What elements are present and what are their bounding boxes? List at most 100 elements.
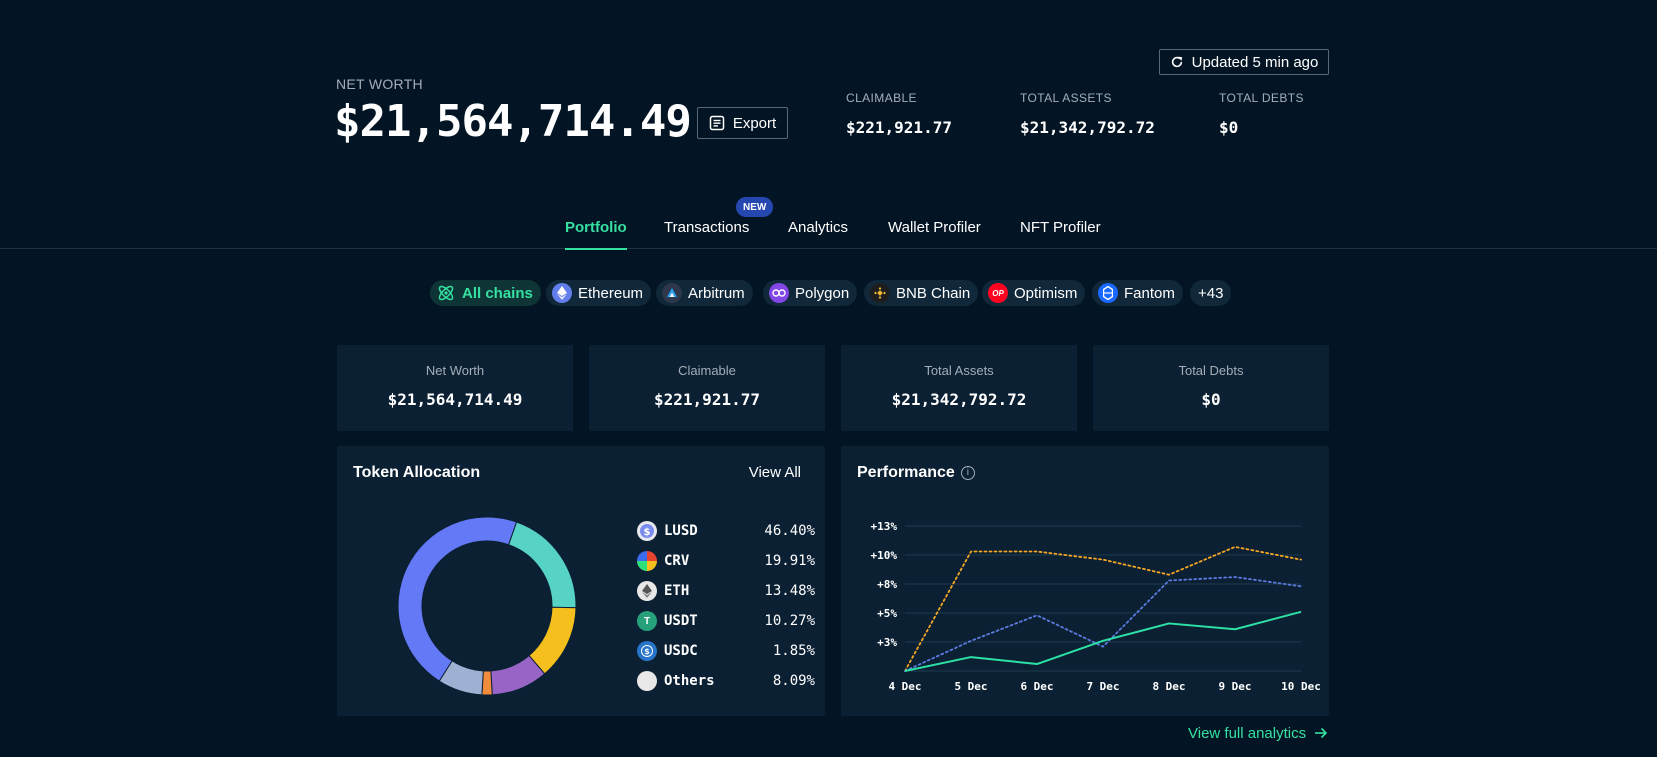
lusd-icon: $	[637, 521, 657, 541]
legend-token: LUSD	[664, 523, 698, 539]
optimism-icon: OP	[988, 283, 1008, 303]
header-stat-total-debts: TOTAL DEBTS $0	[1219, 91, 1304, 137]
chain-chip-label: Ethereum	[578, 284, 644, 302]
x-tick-label: 7 Dec	[1086, 680, 1119, 693]
stat-card-net-worth: Net Worth $21,564,714.49	[337, 345, 573, 431]
refresh-icon	[1171, 56, 1182, 68]
x-tick-label: 4 Dec	[888, 680, 921, 693]
performance-panel: Performance i +13% +10% +8% +5% +3% 4 Dec 5 Dec…	[841, 446, 1329, 716]
stat-card-value: $0	[1201, 390, 1221, 409]
stat-card-value: $21,564,714.49	[387, 390, 523, 409]
header-stat-label: CLAIMABLE	[846, 91, 917, 105]
portfolio-header: NET WORTH $21,564,714.49 Export Updated …	[0, 0, 1657, 180]
chain-chip-label: BNB Chain	[896, 284, 971, 302]
stat-card-label: Net Worth	[425, 363, 485, 378]
legend-percent: 1.85%	[772, 643, 815, 659]
tab-analytics[interactable]: Analytics	[788, 219, 848, 236]
y-tick-label: +10%	[871, 549, 898, 562]
view-full-analytics-link[interactable]: View full analytics	[1188, 725, 1328, 742]
updated-label: Updated 5 min ago	[1191, 53, 1319, 71]
header-stat-claimable: CLAIMABLE $221,921.77	[846, 91, 952, 137]
tab-wallet-profiler[interactable]: Wallet Profiler	[888, 219, 981, 236]
eth-icon	[637, 581, 657, 601]
chain-chip-ethereum[interactable]: Ethereum	[546, 280, 652, 306]
legend-row-others: Others 8.09%	[637, 670, 815, 692]
chain-chip-all[interactable]: All chains	[430, 280, 541, 306]
y-tick-label: +3%	[877, 636, 897, 649]
chain-chip-fantom[interactable]: Fantom	[1092, 280, 1183, 306]
net-worth-label: NET WORTH	[336, 76, 423, 92]
header-stat-value: $0	[1219, 118, 1239, 137]
series-line-1	[904, 576, 1302, 672]
x-tick-label: 6 Dec	[1020, 680, 1053, 693]
allocation-donut-chart	[397, 516, 577, 696]
main-tabs: Portfolio Transactions Analytics Wallet …	[0, 205, 1657, 250]
legend-row-eth: ETH 13.48%	[637, 580, 815, 602]
donut-slice-lusd[interactable]	[397, 516, 518, 682]
fantom-icon	[1098, 283, 1118, 303]
export-button[interactable]: Export	[697, 107, 788, 139]
legend-token: USDC	[664, 643, 698, 659]
legend-row-crv: CRV 19.91%	[637, 550, 815, 572]
stat-card-label: Total Assets	[924, 363, 994, 378]
legend-row-usdc: $ USDC 1.85%	[637, 640, 815, 662]
chain-chip-optimism[interactable]: OP Optimism	[982, 280, 1086, 306]
x-tick-label: 10 Dec	[1281, 680, 1321, 693]
series-line-0	[904, 545, 1302, 672]
chain-chip-polygon[interactable]: Polygon	[763, 280, 858, 306]
performance-title-text: Performance	[857, 464, 955, 481]
chain-chip-arbitrum[interactable]: Arbitrum	[656, 280, 753, 306]
tab-nft-profiler[interactable]: NFT Profiler	[1020, 219, 1101, 236]
svg-text:$: $	[644, 527, 651, 538]
usdt-icon: T	[637, 611, 657, 631]
export-label: Export	[732, 114, 777, 132]
chain-chip-label: All chains	[462, 284, 533, 302]
series-line-2	[904, 610, 1302, 672]
view-all-link[interactable]: View All	[749, 464, 801, 481]
arrow-right-icon	[1315, 727, 1328, 739]
x-tick-label: 9 Dec	[1218, 680, 1251, 693]
x-tick-label: 5 Dec	[954, 680, 987, 693]
legend-percent: 46.40%	[764, 523, 815, 539]
crv-icon	[637, 551, 657, 571]
info-icon[interactable]: i	[960, 465, 975, 480]
usdc-icon: $	[637, 641, 657, 661]
stat-card-claimable: Claimable $221,921.77	[589, 345, 825, 431]
stat-card-label: Total Debts	[1178, 363, 1244, 378]
svg-text:$: $	[644, 647, 650, 656]
token-allocation-title: Token Allocation	[353, 464, 481, 481]
legend-percent: 10.27%	[764, 613, 815, 629]
ethereum-icon	[552, 283, 572, 303]
chain-chip-label: Polygon	[795, 284, 850, 302]
legend-percent: 13.48%	[764, 583, 815, 599]
x-tick-label: 8 Dec	[1152, 680, 1185, 693]
stat-card-value: $21,342,792.72	[891, 390, 1027, 409]
y-tick-label: +5%	[877, 607, 897, 620]
donut-slice-crv[interactable]	[507, 521, 577, 609]
performance-line-chart: +13% +10% +8% +5% +3% 4 Dec 5 Dec 6 Dec 7 Dec 8 D…	[871, 520, 1321, 693]
header-stat-total-assets: TOTAL ASSETS $21,342,792.72	[1020, 91, 1155, 137]
y-tick-label: +13%	[871, 520, 898, 533]
chain-chip-more-label: +43	[1198, 284, 1224, 302]
legend-row-lusd: $ LUSD 46.40%	[637, 520, 815, 542]
stat-card-total-debts: Total Debts $0	[1093, 345, 1329, 431]
performance-title: Performance i	[857, 464, 975, 482]
chain-chip-label: Optimism	[1014, 284, 1078, 302]
refresh-button[interactable]: Updated 5 min ago	[1159, 49, 1329, 75]
new-badge: NEW	[736, 197, 774, 217]
header-stat-label: TOTAL ASSETS	[1020, 91, 1112, 105]
y-tick-label: +8%	[877, 578, 897, 591]
arbitrum-icon	[662, 283, 682, 303]
header-stat-value: $21,342,792.72	[1020, 118, 1155, 137]
legend-token: USDT	[664, 613, 698, 629]
chain-chip-bnb[interactable]: BNB Chain	[864, 280, 979, 306]
chain-chip-more[interactable]: +43	[1190, 280, 1232, 306]
legend-token: CRV	[664, 553, 690, 569]
token-allocation-panel: Token Allocation View All $ LUSD 46.40% …	[337, 446, 825, 716]
stat-card-total-assets: Total Assets $21,342,792.72	[841, 345, 1077, 431]
header-stat-value: $221,921.77	[846, 118, 952, 137]
legend-percent: 19.91%	[764, 553, 815, 569]
tab-portfolio[interactable]: Portfolio	[565, 219, 627, 250]
tab-transactions[interactable]: Transactions	[664, 219, 749, 236]
legend-token: Others	[664, 673, 715, 689]
